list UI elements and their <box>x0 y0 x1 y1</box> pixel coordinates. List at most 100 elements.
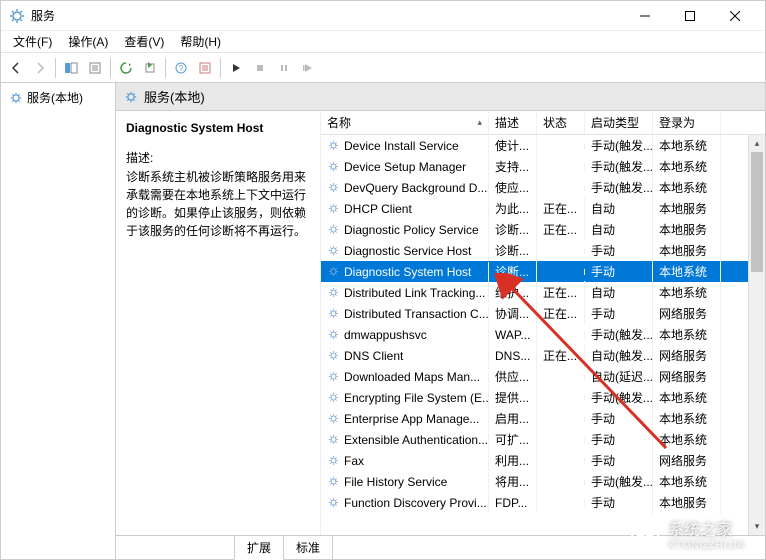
service-status: 正在... <box>537 281 585 304</box>
service-name: Encrypting File System (E... <box>344 391 489 405</box>
service-row[interactable]: Diagnostic Service Host诊断...手动本地服务 <box>321 240 765 261</box>
menu-file[interactable]: 文件(F) <box>5 31 60 52</box>
service-logon: 本地系统 <box>653 281 721 304</box>
services-list: 名称▴ 描述 状态 启动类型 登录为 Device Install Servic… <box>321 111 765 535</box>
watermark-main: 系统之家 <box>668 522 732 539</box>
refresh-button[interactable] <box>115 57 137 79</box>
service-row[interactable]: Distributed Link Tracking...维护...正在...自动… <box>321 282 765 303</box>
service-row[interactable]: DevQuery Background D...使应...手动(触发...本地系… <box>321 177 765 198</box>
service-start: 手动(触发... <box>585 470 653 493</box>
service-logon: 本地系统 <box>653 260 721 283</box>
col-header-desc[interactable]: 描述 <box>489 111 537 134</box>
window-title: 服务 <box>31 7 622 24</box>
service-row[interactable]: Encrypting File System (E...提供...手动(触发..… <box>321 387 765 408</box>
export-button[interactable] <box>139 57 161 79</box>
service-logon: 本地系统 <box>653 323 721 346</box>
stop-service-button[interactable] <box>249 57 271 79</box>
watermark-sub: XTONGZHIJIA <box>668 540 745 551</box>
svg-text:?: ? <box>179 64 184 73</box>
close-button[interactable] <box>712 2 757 30</box>
service-name: DHCP Client <box>344 202 412 216</box>
show-hide-button[interactable] <box>60 57 82 79</box>
service-row[interactable]: Diagnostic System Host诊断...手动本地系统 <box>321 261 765 282</box>
service-status <box>537 248 585 254</box>
service-row[interactable]: dmwappushsvcWAP...手动(触发...本地系统 <box>321 324 765 345</box>
back-button[interactable] <box>5 57 27 79</box>
service-row[interactable]: Device Install Service使计...手动(触发...本地系统 <box>321 135 765 156</box>
service-row[interactable]: Diagnostic Policy Service诊断...正在...自动本地服… <box>321 219 765 240</box>
gear-icon <box>327 475 340 488</box>
service-start: 手动(触发... <box>585 135 653 157</box>
list-button[interactable] <box>194 57 216 79</box>
service-start: 自动 <box>585 281 653 304</box>
right-pane: 服务(本地) Diagnostic System Host 描述: 诊断系统主机… <box>116 83 765 559</box>
service-row[interactable]: Device Setup Manager支持...手动(触发...本地系统 <box>321 156 765 177</box>
service-logon: 本地系统 <box>653 407 721 430</box>
scroll-thumb[interactable] <box>751 152 763 272</box>
service-name: dmwappushsvc <box>344 328 427 342</box>
service-status <box>537 269 585 275</box>
col-header-name[interactable]: 名称▴ <box>321 111 489 134</box>
service-row[interactable]: Downloaded Maps Man...供应...自动(延迟...网络服务 <box>321 366 765 387</box>
service-row[interactable]: Function Discovery Provi...FDP...手动本地服务 <box>321 492 765 513</box>
forward-button[interactable] <box>29 57 51 79</box>
service-status <box>537 500 585 506</box>
gear-icon <box>327 412 340 425</box>
menu-action[interactable]: 操作(A) <box>60 31 116 52</box>
service-logon: 本地系统 <box>653 470 721 493</box>
tree-pane: 服务(本地) <box>1 83 116 559</box>
help-button[interactable]: ? <box>170 57 192 79</box>
service-row[interactable]: Distributed Transaction C...协调...正在...手动… <box>321 303 765 324</box>
toolbar: ? <box>1 53 765 83</box>
service-row[interactable]: Extensible Authentication...可扩...手动本地系统 <box>321 429 765 450</box>
scroll-up-icon[interactable]: ▴ <box>749 135 765 152</box>
menu-help[interactable]: 帮助(H) <box>172 31 229 52</box>
service-status <box>537 374 585 380</box>
tree-root-label: 服务(本地) <box>27 89 83 106</box>
service-desc: 使应... <box>489 176 537 199</box>
service-logon: 本地系统 <box>653 428 721 451</box>
menu-view[interactable]: 查看(V) <box>116 31 172 52</box>
properties-button[interactable] <box>84 57 106 79</box>
col-header-start[interactable]: 启动类型 <box>585 111 653 134</box>
col-header-logon[interactable]: 登录为 <box>653 111 721 134</box>
service-row[interactable]: Fax利用...手动网络服务 <box>321 450 765 471</box>
service-row[interactable]: Enterprise App Manage...启用...手动本地系统 <box>321 408 765 429</box>
service-name: Fax <box>344 454 364 468</box>
service-logon: 本地服务 <box>653 197 721 220</box>
pause-service-button[interactable] <box>273 57 295 79</box>
gear-icon <box>327 202 340 215</box>
maximize-button[interactable] <box>667 2 712 30</box>
service-start: 自动(延迟... <box>585 365 653 388</box>
tree-root[interactable]: 服务(本地) <box>5 87 111 108</box>
sort-asc-icon: ▴ <box>477 117 482 128</box>
service-desc: 为此... <box>489 197 537 220</box>
service-name: Function Discovery Provi... <box>344 496 487 510</box>
service-desc: 使计... <box>489 135 537 157</box>
tab-standard[interactable]: 标准 <box>283 535 333 559</box>
service-status <box>537 395 585 401</box>
service-row[interactable]: DNS ClientDNS...正在...自动(触发...网络服务 <box>321 345 765 366</box>
minimize-button[interactable] <box>622 2 667 30</box>
service-desc: WAP... <box>489 325 537 345</box>
col-header-status[interactable]: 状态 <box>537 111 585 134</box>
service-status: 正在... <box>537 218 585 241</box>
scroll-down-icon[interactable]: ▾ <box>749 518 765 535</box>
service-row[interactable]: DHCP Client为此...正在...自动本地服务 <box>321 198 765 219</box>
service-name: Distributed Transaction C... <box>344 307 489 321</box>
detail-desc: 诊断系统主机被诊断策略服务用来承载需要在本地系统上下文中运行的诊断。如果停止该服… <box>126 168 310 240</box>
vertical-scrollbar[interactable]: ▴ ▾ <box>748 135 765 535</box>
service-row[interactable]: File History Service将用...手动(触发...本地系统 <box>321 471 765 492</box>
start-service-button[interactable] <box>225 57 247 79</box>
service-desc: 维护... <box>489 281 537 304</box>
gear-icon <box>9 91 23 105</box>
service-start: 手动 <box>585 239 653 262</box>
list-body[interactable]: Device Install Service使计...手动(触发...本地系统D… <box>321 135 765 535</box>
restart-service-button[interactable] <box>297 57 319 79</box>
watermark: 系统之家 XTONGZHIJIA <box>628 516 745 551</box>
service-start: 自动 <box>585 218 653 241</box>
gear-icon <box>327 265 340 278</box>
menubar: 文件(F) 操作(A) 查看(V) 帮助(H) <box>1 31 765 53</box>
gear-icon <box>327 496 340 509</box>
tab-extended[interactable]: 扩展 <box>234 535 284 560</box>
